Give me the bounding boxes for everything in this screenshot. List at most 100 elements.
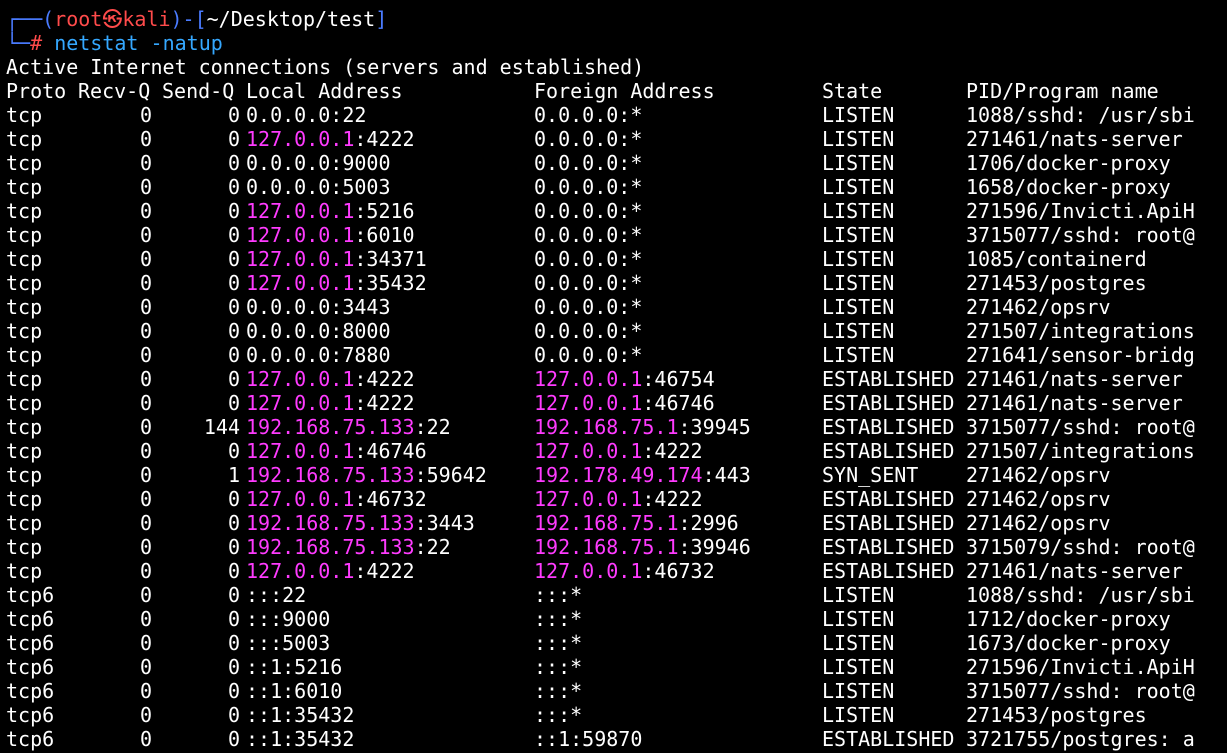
cell-pid-program: 3715077/sshd: root@ xyxy=(966,679,1195,703)
cell-local-address: :::9000 xyxy=(246,607,330,631)
cell-pid-program: 271461/nats-server xyxy=(966,559,1183,583)
cell-local-address: 127.0.0.1:6010 xyxy=(246,223,415,247)
cell-local-address-port: :9000 xyxy=(330,151,391,175)
header-foreign: Foreign Address xyxy=(534,79,715,103)
cell-local-address: 127.0.0.1:4222 xyxy=(246,559,415,583)
cell-sendq: 0 xyxy=(227,343,240,367)
cell-local-address: 127.0.0.1:4222 xyxy=(246,391,415,415)
cell-foreign-address: :::* xyxy=(534,703,582,727)
table-row: tcp 0 0 127.0.0.1:4222 0.0.0.0:* LISTEN 271461… xyxy=(6,127,1227,151)
cell-local-address-port: :8000 xyxy=(330,319,391,343)
cell-local-address: 127.0.0.1:34371 xyxy=(246,247,427,271)
cell-local-address: 127.0.0.1:4222 xyxy=(246,367,415,391)
cell-local-address-port: :4222 xyxy=(354,559,415,583)
table-row: tcp 0 0 0.0.0.0:5003 0.0.0.0:* LISTEN 1658/doc… xyxy=(6,175,1227,199)
cell-foreign-address: 0.0.0.0:* xyxy=(534,247,642,271)
cell-foreign-address: 192.168.75.1:39946 xyxy=(534,535,751,559)
cell-pid-program: 1088/sshd: /usr/sbi xyxy=(966,583,1195,607)
output-title: Active Internet connections (servers and… xyxy=(6,55,645,79)
cell-state: ESTABLISHED xyxy=(822,439,955,463)
cell-local-address-port: :46746 xyxy=(354,439,427,463)
cell-foreign-address-port: :* xyxy=(618,127,643,151)
cell-foreign-address-ip: 0.0.0.0 xyxy=(534,127,619,151)
cell-local-address-port: :59642 xyxy=(414,463,487,487)
cell-sendq: 0 xyxy=(227,559,240,583)
table-row: tcp 0 0 127.0.0.1:6010 0.0.0.0:* LISTEN 371507… xyxy=(6,223,1227,247)
cell-sendq: 0 xyxy=(227,151,240,175)
cell-local-address-port: :46732 xyxy=(354,487,427,511)
prompt-cwd: ~/Desktop/test xyxy=(206,7,376,31)
cell-state: SYN_SENT xyxy=(822,463,919,487)
cell-local-address-ip: 127.0.0.1 xyxy=(246,439,355,463)
cell-foreign-address-ip: 0.0.0.0 xyxy=(534,223,619,247)
cell-local-address-ip: 0.0.0.0 xyxy=(246,319,331,343)
table-row: tcp 0 0 127.0.0.1:34371 0.0.0.0:* LISTEN 1085/… xyxy=(6,247,1227,271)
cell-state: LISTEN xyxy=(822,127,895,151)
cell-foreign-address-port: :* xyxy=(618,319,643,343)
header-sendq: Send-Q xyxy=(162,79,235,103)
table-row: tcp 0 0 192.168.75.133:22 192.168.75.1:39946… xyxy=(6,535,1227,559)
connection-table: tcp 0 0 0.0.0.0:22 0.0.0.0:* LISTEN 1088/sshd:… xyxy=(6,103,1227,751)
cell-foreign-address-port: :::* xyxy=(534,607,583,631)
table-row: tcp 0 0 127.0.0.1:46732 127.0.0.1:4222 ESTABL… xyxy=(6,487,1227,511)
cell-sendq: 0 xyxy=(227,607,240,631)
cell-sendq: 0 xyxy=(227,223,240,247)
cell-foreign-address: 192.168.75.1:2996 xyxy=(534,511,739,535)
cell-state: LISTEN xyxy=(822,679,895,703)
cell-foreign-address-port: ::1:59870 xyxy=(534,727,643,751)
cell-foreign-address: 0.0.0.0:* xyxy=(534,223,642,247)
cell-state: ESTABLISHED xyxy=(822,391,955,415)
cell-local-address-ip: 127.0.0.1 xyxy=(246,487,355,511)
table-row: tcp 0 0 127.0.0.1:5216 0.0.0.0:* LISTEN 271596… xyxy=(6,199,1227,223)
terminal-window[interactable]: ┌──(root㉿kali)-[~/Desktop/test] └─# nets… xyxy=(0,0,1227,753)
table-row: tcp6 0 0:::22:::* LISTEN 1088/sshd: /usr/sbi xyxy=(6,583,1227,607)
cell-local-address-port: :::9000 xyxy=(246,607,331,631)
cell-pid-program: 3715077/sshd: root@ xyxy=(966,415,1195,439)
cell-state: ESTABLISHED xyxy=(822,559,955,583)
cell-foreign-address-port: :::* xyxy=(534,655,583,679)
table-row: tcp6 0 0:::9000:::* LISTEN 1712/docker-proxy xyxy=(6,607,1227,631)
cell-pid-program: 271462/opsrv xyxy=(966,463,1111,487)
cell-state: LISTEN xyxy=(822,103,895,127)
cell-local-address: 0.0.0.0:22 xyxy=(246,103,366,127)
cell-foreign-address-port: :* xyxy=(618,343,643,367)
cell-pid-program: 1658/docker-proxy xyxy=(966,175,1171,199)
table-row: tcp 0 0 192.168.75.133:3443 192.168.75.1:299… xyxy=(6,511,1227,535)
cell-foreign-address-port: :* xyxy=(618,223,643,247)
cell-foreign-address-ip: 0.0.0.0 xyxy=(534,343,619,367)
cell-foreign-address-port: :::* xyxy=(534,679,583,703)
cell-local-address-port: :4222 xyxy=(354,391,415,415)
cell-foreign-address-port: :4222 xyxy=(642,439,703,463)
cell-pid-program: 3715077/sshd: root@ xyxy=(966,223,1195,247)
cell-foreign-address: 0.0.0.0:* xyxy=(534,151,642,175)
cell-local-address: 127.0.0.1:4222 xyxy=(246,127,415,151)
cell-pid-program: 271507/integrations xyxy=(966,319,1195,343)
cell-local-address-ip: 127.0.0.1 xyxy=(246,223,355,247)
cell-state: LISTEN xyxy=(822,175,895,199)
cell-state: LISTEN xyxy=(822,271,895,295)
cell-local-address-ip: 0.0.0.0 xyxy=(246,175,331,199)
cell-foreign-address-ip: 127.0.0.1 xyxy=(534,487,643,511)
cell-local-address-port: ::1:6010 xyxy=(246,679,343,703)
cell-pid-program: 1706/docker-proxy xyxy=(966,151,1171,175)
cell-local-address-ip: 192.168.75.133 xyxy=(246,511,415,535)
command-name: netstat xyxy=(54,31,139,55)
cell-local-address-ip: 127.0.0.1 xyxy=(246,199,355,223)
cell-pid-program: 271641/sensor-bridg xyxy=(966,343,1195,367)
cell-pid-program: 271596/Invicti.ApiH xyxy=(966,655,1195,679)
cell-local-address-port: :3443 xyxy=(330,295,391,319)
cell-sendq: 0 xyxy=(227,103,240,127)
cell-local-address-ip: 0.0.0.0 xyxy=(246,295,331,319)
cell-foreign-address-port: :46754 xyxy=(642,367,715,391)
cell-foreign-address: 0.0.0.0:* xyxy=(534,103,642,127)
cell-local-address: 127.0.0.1:5216 xyxy=(246,199,415,223)
cell-local-address-ip: 127.0.0.1 xyxy=(246,559,355,583)
cell-pid-program: 271453/postgres xyxy=(966,703,1147,727)
cell-local-address-port: :::5003 xyxy=(246,631,331,655)
cell-foreign-address-port: :::* xyxy=(534,583,583,607)
cell-sendq: 0 xyxy=(227,319,240,343)
header-local: Local Address xyxy=(246,79,403,103)
cell-foreign-address-ip: 0.0.0.0 xyxy=(534,295,619,319)
cell-local-address-port: :22 xyxy=(414,415,451,439)
cell-state: LISTEN xyxy=(822,151,895,175)
